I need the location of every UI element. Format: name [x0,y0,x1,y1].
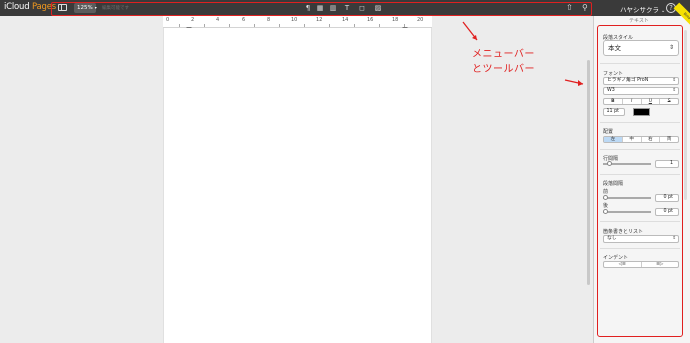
inspector-title: テキスト [629,18,649,24]
annotation-arrows [462,21,584,86]
inspector-highlight [597,25,683,337]
inspector-scrollbar[interactable] [684,30,687,200]
